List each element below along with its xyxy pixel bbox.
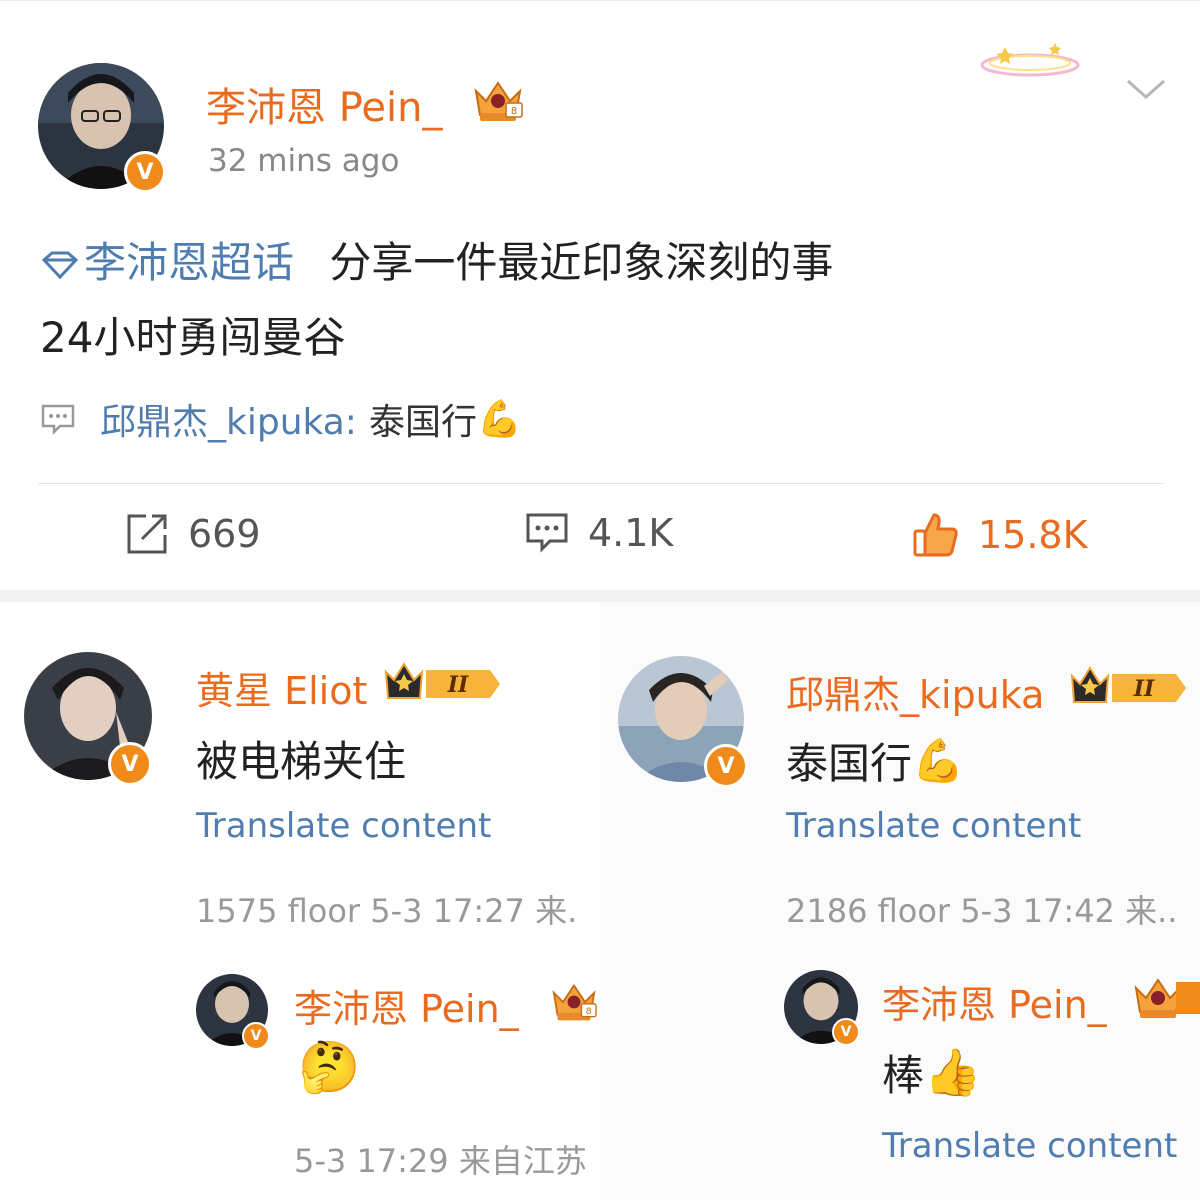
commenter-name[interactable]: 邱鼎杰_kipuka [786, 664, 1044, 719]
flexed-biceps-icon: 💪 [912, 735, 965, 785]
like-button[interactable]: 15.8K [912, 511, 1088, 559]
commenter-name[interactable]: 黄星 Eliot [196, 660, 367, 715]
post-timestamp: 32 mins ago [208, 143, 400, 179]
share-button[interactable]: 669 [124, 511, 261, 557]
thumbs-up-emoji-icon: 👍 [924, 1045, 982, 1099]
reply-author-name[interactable]: 李沛恩 Pein_ [294, 978, 519, 1033]
flexed-biceps-icon: 💪 [476, 399, 522, 440]
post-author-name[interactable]: 李沛恩 Pein_ [206, 75, 442, 133]
post-text-line1: 分享一件最近印象深刻的事 [329, 238, 834, 287]
fan-level-badge-icon: II [382, 660, 504, 710]
verified-badge-icon: V [124, 151, 166, 193]
fan-level-badge-icon: II [1068, 664, 1190, 714]
supertopic-label: 李沛恩超话 [84, 238, 295, 287]
repost-text: 泰国行 [368, 402, 477, 443]
reply-author-name[interactable]: 李沛恩 Pein_ [882, 974, 1107, 1029]
comment-button[interactable]: 4.1K [524, 511, 673, 555]
comment-item: V 邱鼎杰_kipuka II 泰国行 💪 Translate content … [600, 602, 1200, 1200]
repost-username[interactable]: 邱鼎杰_kipuka: [100, 393, 357, 445]
translate-link[interactable]: Translate content [786, 806, 1081, 846]
share-count: 669 [188, 512, 261, 556]
comment-meta: 2186 floor 5-3 17:42 来.. [786, 892, 1178, 930]
comment-text: 泰国行 [786, 739, 913, 788]
level-text: II [1133, 676, 1155, 702]
section-gap [0, 590, 1200, 602]
member-crown-icon: 8 [548, 980, 600, 1028]
repost-preview[interactable]: 邱鼎杰_kipuka: 泰国行 💪 [40, 393, 522, 445]
post-text-line2: 24小时勇闯曼谷 [40, 312, 346, 362]
thinking-face-icon: 🤔 [298, 1038, 361, 1096]
chevron-down-icon[interactable] [1124, 75, 1168, 107]
verified-badge-icon: V [832, 1018, 860, 1046]
weibo-post: V 李沛恩 Pein_ 8 32 mins ago 李沛恩超话 分享一件最近印象… [0, 0, 1200, 592]
decoration-icon [975, 37, 1085, 91]
reply-text: 棒 [882, 1051, 925, 1100]
comment-count: 4.1K [588, 511, 674, 555]
member-crown-icon [1130, 974, 1200, 1024]
divider [38, 483, 1164, 484]
thumbs-up-icon [913, 513, 958, 557]
member-crown-icon: 8 [470, 77, 526, 129]
like-count: 15.8K [978, 513, 1088, 557]
svg-text:8: 8 [511, 106, 517, 117]
diamond-icon [40, 230, 80, 302]
svg-text:8: 8 [586, 1006, 592, 1017]
comment-icon [526, 513, 568, 553]
share-icon [127, 514, 167, 554]
comment-text: 被电梯夹住 [196, 737, 407, 786]
reply-meta: 5-3 17:29 来自江苏 [294, 1142, 587, 1180]
reply-text-row: 棒 👍 [882, 1042, 981, 1103]
comment-bubble-icon [40, 403, 76, 435]
comment-meta: 1575 floor 5-3 17:27 来. [196, 892, 578, 930]
translate-link[interactable]: Translate content [196, 806, 491, 846]
verified-badge-icon: V [242, 1022, 270, 1050]
level-text: II [447, 672, 469, 698]
comment-text-row: 泰国行 💪 [786, 730, 964, 791]
comment-item: V 黄星 Eliot II 被电梯夹住 Translate content 15… [0, 602, 600, 1200]
verified-badge-icon: V [108, 742, 152, 786]
supertopic-link[interactable]: 李沛恩超话 [40, 238, 307, 287]
verified-badge-icon: V [704, 744, 748, 788]
post-content: 李沛恩超话 分享一件最近印象深刻的事 24小时勇闯曼谷 [40, 227, 833, 374]
translate-link[interactable]: Translate content [882, 1126, 1177, 1166]
